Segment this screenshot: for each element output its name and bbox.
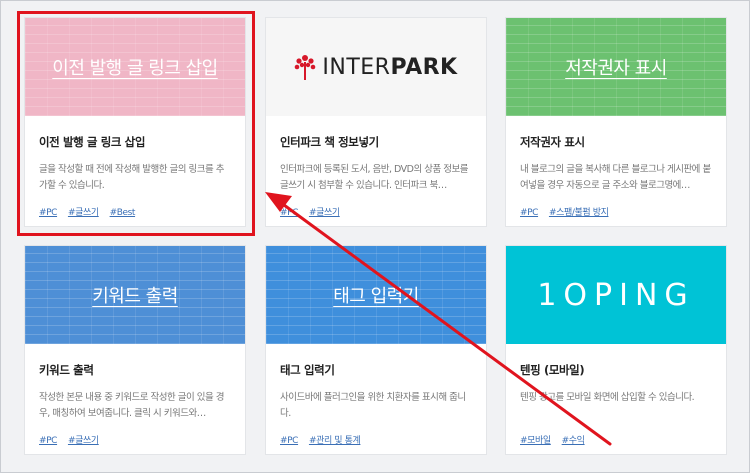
plugin-card-interpark-book[interactable]: INTERPARK 인터파크 책 정보넣기 인터파크에 등록된 도서, 음반, … <box>265 17 487 227</box>
tag-link[interactable]: #PC <box>520 208 538 218</box>
thumbnail-title: 태그 입력기 <box>333 286 419 307</box>
tag-link[interactable]: #모바일 <box>520 436 551 446</box>
tenping-logo: 1OPING <box>537 277 695 313</box>
plugin-card-tag-input[interactable]: 태그 입력기 태그 입력기 사이드바에 플러그인을 위한 치환자를 표시해 줍니… <box>265 245 487 455</box>
tag-list: #PC #글쓰기 <box>39 433 231 446</box>
card-title[interactable]: 키워드 출력 <box>39 362 231 378</box>
interpark-wordmark: INTERPARK <box>322 54 458 80</box>
card-title[interactable]: 인터파크 책 정보넣기 <box>280 134 472 150</box>
interpark-tree-icon <box>295 55 316 80</box>
card-description: 인터파크에 등록된 도서, 음반, DVD의 상품 정보를 글쓰기 시 첨부할 … <box>280 164 468 191</box>
card-thumbnail[interactable]: INTERPARK <box>266 18 486 116</box>
thumbnail-title: 이전 발행 글 링크 삽입 <box>52 58 218 79</box>
tag-link[interactable]: #스팸/불펌 방지 <box>549 208 609 218</box>
tag-link[interactable]: #PC <box>280 436 298 446</box>
tag-list: #PC #글쓰기 #Best <box>39 205 231 218</box>
thumbnail-title: 키워드 출력 <box>92 286 178 307</box>
tag-link[interactable]: #글쓰기 <box>68 436 99 446</box>
plugin-card-keyword-output[interactable]: 키워드 출력 키워드 출력 작성한 본문 내용 중 키워드로 작성한 글이 있을… <box>24 245 246 455</box>
card-thumbnail[interactable]: 저작권자 표시 <box>506 18 726 116</box>
tag-link[interactable]: #수익 <box>562 436 585 446</box>
card-title[interactable]: 이전 발행 글 링크 삽입 <box>39 134 231 150</box>
card-description: 텐핑 광고를 모바일 화면에 삽입할 수 있습니다. <box>520 392 695 403</box>
tag-link[interactable]: #Best <box>110 208 136 218</box>
card-thumbnail[interactable]: 1OPING <box>506 246 726 344</box>
tag-link[interactable]: #PC <box>280 208 298 218</box>
thumbnail-title: 저작권자 표시 <box>565 58 667 79</box>
tag-link[interactable]: #글쓰기 <box>68 208 99 218</box>
tag-list: #PC #관리 및 통계 <box>280 433 472 446</box>
tag-list: #PC #글쓰기 <box>280 205 472 218</box>
card-title[interactable]: 텐핑 (모바일) <box>520 362 712 378</box>
plugin-card-prev-post-link[interactable]: 이전 발행 글 링크 삽입 이전 발행 글 링크 삽입 글을 작성할 때 전에 … <box>24 17 246 227</box>
tag-link[interactable]: #관리 및 통계 <box>309 436 361 446</box>
card-title[interactable]: 저작권자 표시 <box>520 134 712 150</box>
plugin-card-tenping-mobile[interactable]: 1OPING 텐핑 (모바일) 텐핑 광고를 모바일 화면에 삽입할 수 있습니… <box>505 245 727 455</box>
card-thumbnail[interactable]: 키워드 출력 <box>25 246 245 344</box>
card-description: 사이드바에 플러그인을 위한 치환자를 표시해 줍니다. <box>280 392 466 419</box>
tag-link[interactable]: #PC <box>39 436 57 446</box>
card-description: 작성한 본문 내용 중 키워드로 작성한 글이 있을 경우, 매칭하여 보여줍니… <box>39 392 224 419</box>
card-thumbnail[interactable]: 태그 입력기 <box>266 246 486 344</box>
card-description: 글을 작성할 때 전에 작성해 발행한 글의 링크를 추가할 수 있습니다. <box>39 164 224 191</box>
tag-list: #PC #스팸/불펌 방지 <box>520 205 712 218</box>
tag-list: #모바일 #수익 <box>520 433 712 446</box>
tag-link[interactable]: #PC <box>39 208 57 218</box>
plugin-card-copyright[interactable]: 저작권자 표시 저작권자 표시 내 블로그의 글을 복사해 다른 블로그나 게시… <box>505 17 727 227</box>
tag-link[interactable]: #글쓰기 <box>309 208 340 218</box>
card-title[interactable]: 태그 입력기 <box>280 362 472 378</box>
interpark-logo: INTERPARK <box>294 53 457 81</box>
card-description: 내 블로그의 글을 복사해 다른 블로그나 게시판에 붙여넣을 경우 자동으로 … <box>520 164 711 191</box>
card-thumbnail[interactable]: 이전 발행 글 링크 삽입 <box>25 18 245 116</box>
